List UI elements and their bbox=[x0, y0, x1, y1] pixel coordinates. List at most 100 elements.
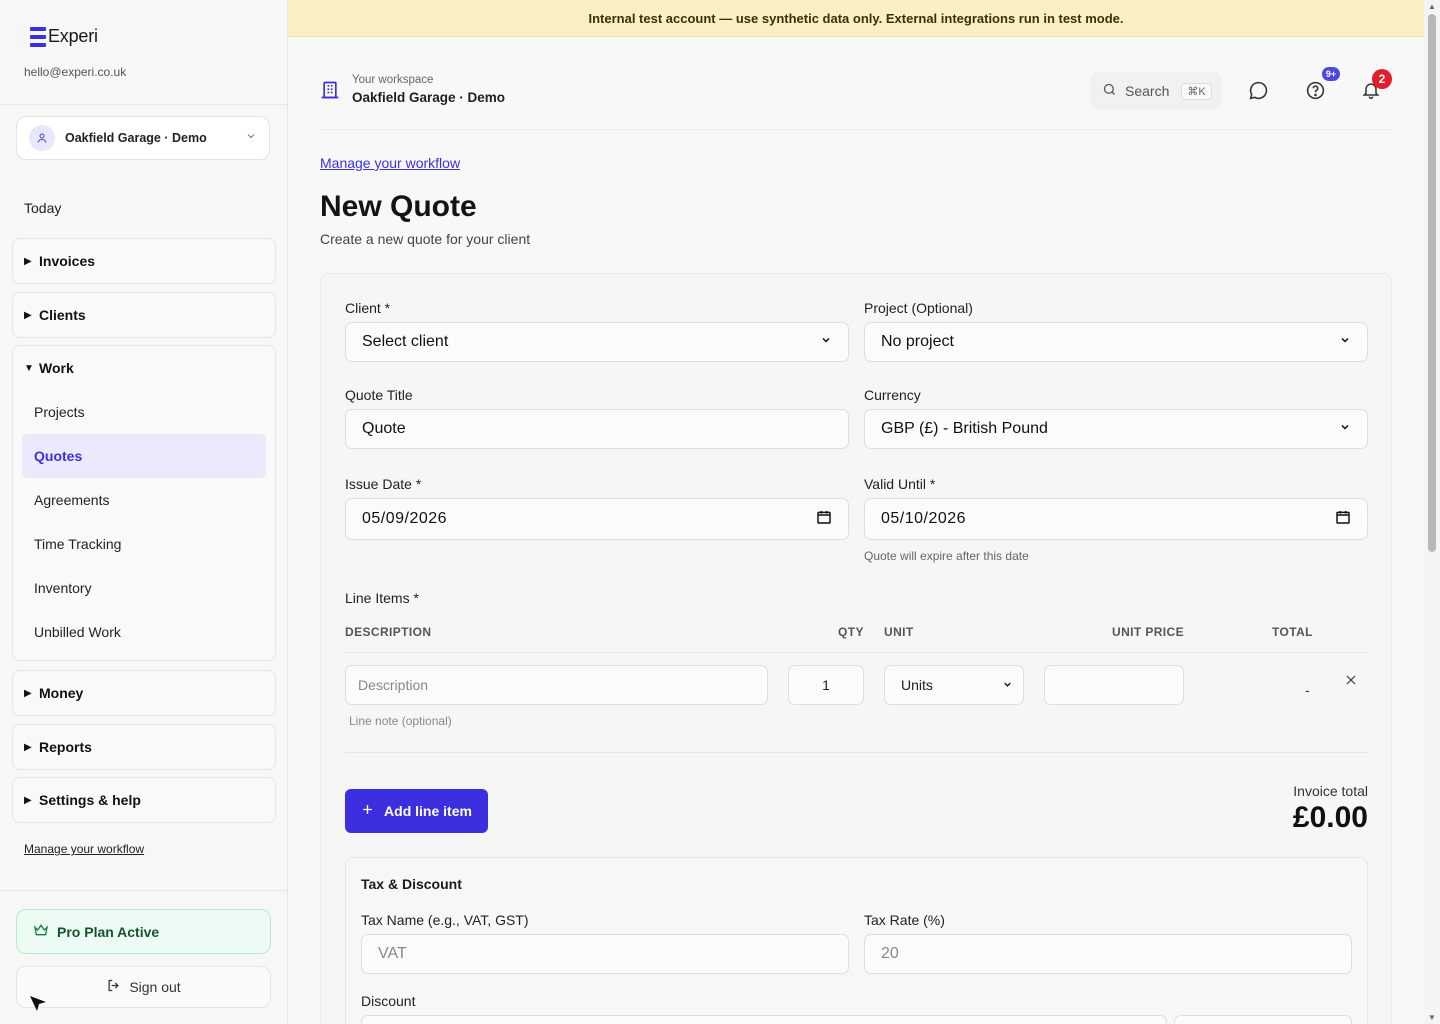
valid-until-hint: Quote will expire after this date bbox=[864, 549, 1029, 563]
sidebar-item-time-tracking[interactable]: Time Tracking bbox=[13, 522, 275, 566]
table-divider bbox=[345, 652, 1368, 653]
discount-value-input[interactable] bbox=[361, 1015, 1167, 1024]
line-unit-price-input[interactable] bbox=[1044, 665, 1184, 705]
column-header-unit-price: UNIT PRICE bbox=[1112, 625, 1185, 639]
sign-out-button[interactable]: Sign out bbox=[16, 966, 271, 1008]
sidebar-item-agreements[interactable]: Agreements bbox=[13, 478, 275, 522]
add-line-item-button[interactable]: Add line item bbox=[345, 789, 488, 833]
currency-select[interactable]: GBP (£) - British Pound bbox=[864, 409, 1368, 449]
sidebar-item-unbilled-work[interactable]: Unbilled Work bbox=[13, 610, 275, 654]
line-total-value: - bbox=[1305, 682, 1310, 698]
column-header-unit: UNIT bbox=[884, 625, 914, 639]
nav-group-settings: ▶ Settings & help bbox=[12, 777, 276, 823]
workspace-switcher-label: Oakfield Garage · Demo bbox=[65, 131, 207, 145]
notifications-badge: 2 bbox=[1372, 69, 1392, 89]
currency-select-value: GBP (£) - British Pound bbox=[881, 420, 1048, 437]
pro-plan-badge[interactable]: Pro Plan Active bbox=[16, 909, 271, 954]
line-unit-select[interactable]: Units bbox=[884, 665, 1024, 705]
remove-line-icon[interactable] bbox=[1344, 673, 1358, 692]
line-note-placeholder[interactable]: Line note (optional) bbox=[349, 714, 452, 728]
valid-until-label: Valid Until * bbox=[864, 476, 936, 492]
workspace-name: Oakfield Garage · Demo bbox=[352, 90, 506, 105]
sidebar-manage-workflow-link[interactable]: Manage your workflow bbox=[24, 842, 144, 856]
chevron-down-icon bbox=[1339, 333, 1351, 351]
nav-toggle-clients[interactable]: ▶ Clients bbox=[13, 293, 275, 337]
search-icon bbox=[1102, 82, 1117, 100]
sidebar-item-today[interactable]: Today bbox=[24, 200, 61, 216]
scrollbar[interactable]: ▲ ▼ bbox=[1424, 0, 1440, 1024]
column-header-description: DESCRIPTION bbox=[345, 625, 432, 639]
nav-group-invoices: ▶ Invoices bbox=[12, 238, 276, 284]
nav-toggle-invoices[interactable]: ▶ Invoices bbox=[13, 239, 275, 283]
calendar-icon[interactable] bbox=[1335, 509, 1351, 530]
plus-icon bbox=[361, 803, 374, 819]
mouse-cursor-icon bbox=[28, 994, 48, 1019]
quote-title-input[interactable]: Quote bbox=[345, 409, 849, 449]
scroll-up-icon[interactable]: ▲ bbox=[1428, 2, 1436, 11]
sidebar-item-projects[interactable]: Projects bbox=[13, 390, 275, 434]
line-description-input[interactable]: Description bbox=[345, 665, 768, 705]
nav-toggle-settings[interactable]: ▶ Settings & help bbox=[13, 778, 275, 822]
chat-icon[interactable] bbox=[1246, 78, 1270, 102]
nav-toggle-work[interactable]: ▼ Work bbox=[13, 346, 275, 390]
calendar-icon[interactable] bbox=[816, 509, 832, 530]
invoice-total-value: £0.00 bbox=[1292, 801, 1368, 834]
brand-name: Experi bbox=[48, 26, 98, 46]
caret-right-icon: ▶ bbox=[24, 794, 32, 806]
project-select-value: No project bbox=[881, 333, 954, 350]
tax-name-input[interactable]: VAT bbox=[361, 934, 849, 974]
invoice-total-label: Invoice total bbox=[1293, 783, 1368, 799]
project-select[interactable]: No project bbox=[864, 322, 1368, 362]
issue-date-value: 05/09/2026 bbox=[362, 510, 448, 527]
nav-toggle-money[interactable]: ▶ Money bbox=[13, 671, 275, 715]
building-icon bbox=[320, 80, 340, 105]
help-badge: 9+ bbox=[1322, 67, 1340, 81]
workspace-switcher[interactable]: Oakfield Garage · Demo bbox=[16, 116, 270, 160]
search-button[interactable]: Search ⌘K bbox=[1090, 72, 1222, 110]
discount-type-select[interactable] bbox=[1174, 1015, 1352, 1024]
client-label: Client * bbox=[345, 300, 391, 316]
client-select[interactable]: Select client bbox=[345, 322, 849, 362]
table-divider bbox=[345, 752, 1368, 753]
logout-icon bbox=[106, 978, 121, 996]
chevron-down-icon bbox=[820, 333, 832, 351]
valid-until-input[interactable]: 05/10/2026 bbox=[864, 498, 1368, 540]
caret-right-icon: ▶ bbox=[24, 309, 32, 321]
divider bbox=[0, 104, 287, 105]
scroll-down-icon[interactable]: ▼ bbox=[1428, 1013, 1436, 1022]
issue-date-input[interactable]: 05/09/2026 bbox=[345, 498, 849, 540]
tax-rate-input[interactable]: 20 bbox=[864, 934, 1352, 974]
page-subtitle: Create a new quote for your client bbox=[320, 231, 531, 247]
chevron-down-icon bbox=[1339, 420, 1351, 438]
help-icon[interactable] bbox=[1303, 78, 1327, 102]
scrollbar-thumb[interactable] bbox=[1428, 14, 1436, 552]
project-label: Project (Optional) bbox=[864, 300, 973, 316]
pro-plan-label: Pro Plan Active bbox=[57, 923, 160, 940]
nav-group-clients: ▶ Clients bbox=[12, 292, 276, 338]
nav-toggle-reports[interactable]: ▶ Reports bbox=[13, 725, 275, 769]
line-qty-value: 1 bbox=[822, 677, 830, 693]
client-select-value: Select client bbox=[362, 333, 449, 350]
tax-name-placeholder: VAT bbox=[378, 945, 407, 962]
line-qty-input[interactable]: 1 bbox=[788, 665, 864, 705]
search-label: Search bbox=[1125, 83, 1170, 99]
sign-out-label: Sign out bbox=[129, 979, 181, 995]
quote-title-label: Quote Title bbox=[345, 387, 413, 403]
manage-workflow-link[interactable]: Manage your workflow bbox=[320, 155, 460, 171]
currency-label: Currency bbox=[864, 387, 921, 403]
line-description-placeholder: Description bbox=[358, 677, 429, 693]
discount-label: Discount bbox=[361, 993, 416, 1009]
sidebar-item-inventory[interactable]: Inventory bbox=[13, 566, 275, 610]
nav-group-work: ▼ Work Projects Quotes Agreements Time Tr… bbox=[12, 345, 276, 661]
tax-heading: Tax & Discount bbox=[361, 876, 462, 892]
user-icon bbox=[29, 125, 55, 151]
account-email: hello@experi.co.uk bbox=[24, 65, 127, 79]
tax-name-label: Tax Name (e.g., VAT, GST) bbox=[361, 912, 529, 928]
chevron-down-icon bbox=[1002, 677, 1013, 693]
caret-down-icon: ▼ bbox=[24, 362, 34, 374]
sidebar-item-quotes[interactable]: Quotes bbox=[22, 434, 266, 478]
tax-rate-placeholder: 20 bbox=[881, 945, 899, 962]
issue-date-label: Issue Date * bbox=[345, 476, 422, 492]
caret-right-icon: ▶ bbox=[24, 255, 32, 267]
brand-logo[interactable]: Experi bbox=[30, 26, 98, 47]
